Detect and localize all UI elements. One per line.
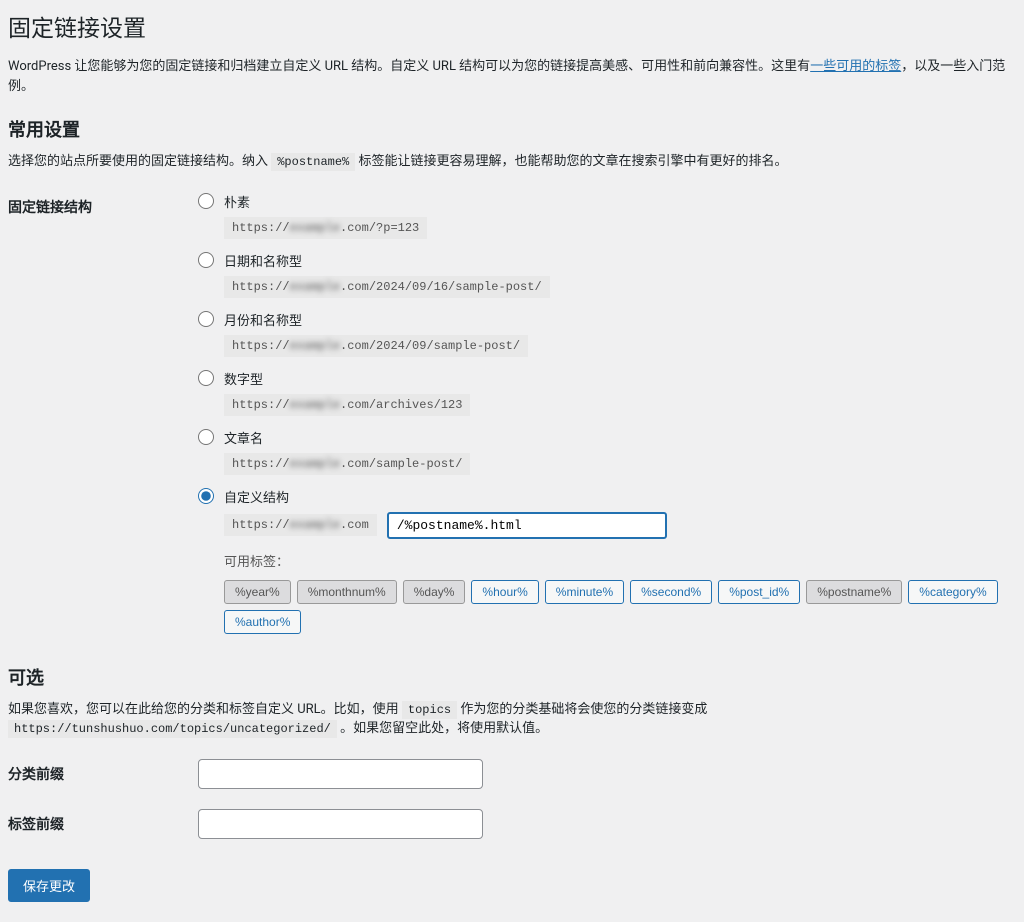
category-base-input[interactable] xyxy=(198,759,483,789)
postname-code: %postname% xyxy=(271,153,355,171)
tag-btn-second[interactable]: %second% xyxy=(630,580,712,604)
radio-custom[interactable] xyxy=(198,488,214,504)
category-base-label: 分类前缀 xyxy=(8,749,188,799)
example-numeric: https://example.com/archives/123 xyxy=(224,394,470,416)
example-post-name: https://example.com/sample-post/ xyxy=(224,453,470,475)
common-settings-heading: 常用设置 xyxy=(8,116,1016,142)
tag-btn-postname[interactable]: %postname% xyxy=(806,580,902,604)
example-custom-prefix: https://example.com xyxy=(224,514,377,536)
radio-day-name[interactable] xyxy=(198,252,214,268)
radio-numeric[interactable] xyxy=(198,370,214,386)
tag-btn-year[interactable]: %year% xyxy=(224,580,291,604)
tag-btn-monthnum[interactable]: %monthnum% xyxy=(297,580,397,604)
tag-btn-minute[interactable]: %minute% xyxy=(545,580,624,604)
optional-description: 如果您喜欢，您可以在此给您的分类和标签自定义 URL。比如，使用 topics … xyxy=(8,700,1016,739)
example-day-name: https://example.com/2024/09/16/sample-po… xyxy=(224,276,550,298)
option-custom[interactable]: 自定义结构 xyxy=(198,487,1006,506)
option-day-name[interactable]: 日期和名称型 xyxy=(198,251,1006,270)
option-month-name[interactable]: 月份和名称型 xyxy=(198,310,1006,329)
help-tags-link[interactable]: 一些可用的标签 xyxy=(810,59,901,74)
tag-base-input[interactable] xyxy=(198,809,483,839)
option-plain[interactable]: 朴素 xyxy=(198,192,1006,211)
option-custom-label: 自定义结构 xyxy=(224,487,289,506)
example-plain: https://example.com/?p=123 xyxy=(224,217,427,239)
radio-plain[interactable] xyxy=(198,193,214,209)
topics-code: topics xyxy=(402,701,457,719)
save-changes-button[interactable]: 保存更改 xyxy=(8,869,90,902)
tag-btn-category[interactable]: %category% xyxy=(908,580,997,604)
option-day-name-label: 日期和名称型 xyxy=(224,251,302,270)
tag-btn-post-id[interactable]: %post_id% xyxy=(718,580,800,604)
option-month-name-label: 月份和名称型 xyxy=(224,310,302,329)
tag-buttons-row: %year% %monthnum% %day% %hour% %minute% … xyxy=(224,580,1006,634)
url-code: https://tunshushuo.com/topics/uncategori… xyxy=(8,720,337,738)
option-plain-label: 朴素 xyxy=(224,192,250,211)
option-post-name[interactable]: 文章名 xyxy=(198,428,1006,447)
permalink-structure-label: 固定链接结构 xyxy=(8,182,188,644)
option-post-name-label: 文章名 xyxy=(224,428,263,447)
tag-btn-hour[interactable]: %hour% xyxy=(471,580,538,604)
tag-btn-day[interactable]: %day% xyxy=(403,580,466,604)
option-numeric[interactable]: 数字型 xyxy=(198,369,1006,388)
page-title: 固定链接设置 xyxy=(8,0,1016,47)
tag-base-label: 标签前缀 xyxy=(8,799,188,849)
example-month-name: https://example.com/2024/09/sample-post/ xyxy=(224,335,528,357)
tag-btn-author[interactable]: %author% xyxy=(224,610,301,634)
custom-structure-input[interactable] xyxy=(387,512,667,539)
option-numeric-label: 数字型 xyxy=(224,369,263,388)
radio-post-name[interactable] xyxy=(198,429,214,445)
radio-month-name[interactable] xyxy=(198,311,214,327)
available-tags-label: 可用标签： xyxy=(224,551,1006,570)
optional-heading: 可选 xyxy=(8,664,1016,690)
page-intro: WordPress 让您能够为您的固定链接和归档建立自定义 URL 结构。自定义… xyxy=(8,57,1016,96)
common-settings-description: 选择您的站点所要使用的固定链接结构。纳入 %postname% 标签能让链接更容… xyxy=(8,152,1016,172)
